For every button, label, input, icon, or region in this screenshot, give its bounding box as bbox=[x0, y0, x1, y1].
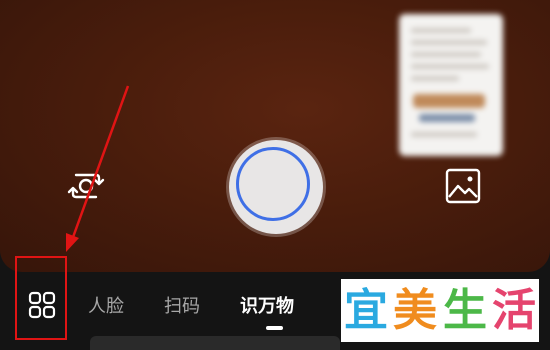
active-tab-indicator bbox=[266, 326, 283, 330]
gallery-icon[interactable] bbox=[443, 166, 483, 206]
watermark-char: 宜 bbox=[344, 285, 388, 336]
mode-tab-identify[interactable]: 识万物 bbox=[240, 292, 294, 318]
bottom-bar-edge bbox=[90, 336, 340, 350]
mode-tab-face[interactable]: 人脸 bbox=[88, 292, 124, 318]
shutter-button[interactable] bbox=[229, 140, 323, 234]
watermark-char: 生 bbox=[443, 285, 487, 336]
mode-tab-scan[interactable]: 扫码 bbox=[164, 292, 200, 318]
preview-thumbnail[interactable] bbox=[399, 14, 503, 156]
watermark-char: 活 bbox=[492, 285, 536, 336]
shutter-icon bbox=[236, 147, 310, 221]
grid-button-highlight bbox=[15, 256, 67, 340]
flip-camera-icon[interactable] bbox=[66, 166, 106, 206]
camera-viewfinder bbox=[0, 0, 550, 272]
watermark-char: 美 bbox=[393, 285, 437, 336]
